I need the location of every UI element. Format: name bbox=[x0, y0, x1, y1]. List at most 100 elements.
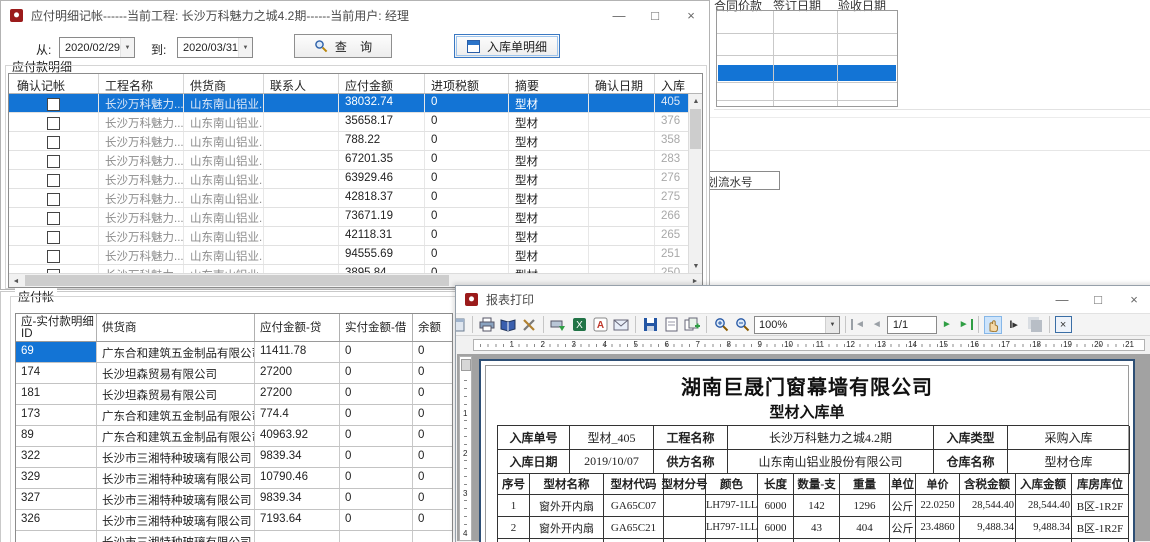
confirm-checkbox[interactable] bbox=[47, 193, 60, 206]
table-row[interactable]: 长沙万科魅力... 山东南山铝业... 38032.74 0 型材 405 bbox=[9, 94, 688, 113]
header-debit[interactable]: 实付金额-借 bbox=[340, 314, 413, 341]
cell-supplier: 山东南山铝业... bbox=[184, 227, 264, 245]
header-supplier[interactable]: 供货商 bbox=[97, 314, 255, 341]
cell-material-subno bbox=[664, 495, 706, 517]
hand-tool-icon[interactable] bbox=[984, 316, 1002, 334]
header-inbound[interactable]: 入库 bbox=[655, 74, 689, 93]
table-row[interactable]: 89 广东合和建筑五金制品有限公司 40963.92 0 0 bbox=[16, 426, 452, 447]
close-button[interactable]: × bbox=[1116, 286, 1150, 313]
vertical-scrollbar[interactable]: ▲ ▼ bbox=[688, 94, 702, 273]
confirm-checkbox[interactable] bbox=[47, 136, 60, 149]
page-setup-icon[interactable] bbox=[662, 316, 680, 334]
title-bar[interactable]: 报表打印 — □ × bbox=[456, 286, 1150, 313]
zoom-in-icon[interactable] bbox=[712, 316, 730, 334]
book-icon[interactable] bbox=[499, 316, 517, 334]
close-preview-icon[interactable]: × bbox=[1055, 316, 1072, 333]
header-contact[interactable]: 联系人 bbox=[264, 74, 339, 93]
chevron-down-icon[interactable]: ▼ bbox=[120, 38, 134, 57]
page-number-box[interactable]: 1/1 bbox=[887, 316, 937, 334]
table-row[interactable]: 69 广东合和建筑五金制品有限公司 11411.78 0 0 bbox=[16, 342, 452, 363]
table-row[interactable]: 长沙万科魅力... 山东南山铝业... 35658.17 0 型材 376 bbox=[9, 113, 688, 132]
header-summary[interactable]: 摘要 bbox=[509, 74, 589, 93]
table-row[interactable]: 181 长沙坦森贸易有限公司 27200 0 0 bbox=[16, 384, 452, 405]
maximize-button[interactable]: □ bbox=[637, 1, 673, 29]
title-bar[interactable]: 应付明细记帐------当前工程: 长沙万科魅力之城4.2期------当前用户… bbox=[1, 1, 709, 29]
table-row[interactable]: 长沙万科魅力... 山东南山铝业... 73671.19 0 型材 266 bbox=[9, 208, 688, 227]
scroll-left-icon[interactable]: ◄ bbox=[9, 274, 23, 288]
save-icon[interactable] bbox=[641, 316, 659, 334]
confirm-checkbox[interactable] bbox=[47, 212, 60, 225]
scroll-up-icon[interactable]: ▲ bbox=[689, 94, 703, 108]
excel-export-icon[interactable]: X bbox=[570, 316, 588, 334]
table-row[interactable]: 327 长沙市三湘特种玻璃有限公司 9839.34 0 0 bbox=[16, 489, 452, 510]
pdf-export-icon[interactable]: A bbox=[591, 316, 609, 334]
copy-icon[interactable] bbox=[1026, 316, 1044, 334]
table-row[interactable]: 长沙万科魅力... 山东南山铝业... 3895.84 0 型材 250 bbox=[9, 265, 688, 273]
table-row[interactable]: 长沙万科魅力... 山东南山铝业... 63929.46 0 型材 276 bbox=[9, 170, 688, 189]
header-confirm-date[interactable]: 确认日期 bbox=[589, 74, 655, 93]
report-preview-area[interactable]: 12345 湖南巨晟门窗幕墙有限公司 型材入库单 入库单号 型材_405 工程名… bbox=[457, 354, 1150, 541]
next-page-button[interactable]: ► bbox=[940, 319, 954, 330]
scrollbar-thumb[interactable] bbox=[25, 275, 449, 286]
scroll-down-icon[interactable]: ▼ bbox=[689, 259, 703, 273]
last-page-button[interactable]: ► bbox=[957, 319, 973, 330]
header-tax[interactable]: 进项税额 bbox=[425, 74, 509, 93]
mail-icon[interactable] bbox=[612, 316, 630, 334]
header-detail-id[interactable]: 应-实付款明细ID bbox=[16, 314, 97, 341]
maximize-button[interactable]: □ bbox=[1080, 286, 1116, 313]
close-button[interactable]: × bbox=[673, 1, 709, 29]
header-credit[interactable]: 应付金额-贷 bbox=[255, 314, 340, 341]
query-button[interactable]: 查 询 bbox=[294, 34, 392, 58]
cell-balance: 0 bbox=[413, 342, 452, 362]
table-row[interactable]: 长沙万科魅力... 山东南山铝业... 788.22 0 型材 358 bbox=[9, 132, 688, 151]
confirm-checkbox[interactable] bbox=[47, 231, 60, 244]
zoom-level-combo[interactable]: 100% ▼ bbox=[754, 316, 840, 334]
chevron-down-icon[interactable]: ▼ bbox=[238, 38, 252, 57]
table-row[interactable]: 329 长沙市三湘特种玻璃有限公司 10790.46 0 0 bbox=[16, 468, 452, 489]
tools-icon[interactable] bbox=[520, 316, 538, 334]
to-date-combo[interactable]: 2020/03/31 ▼ bbox=[177, 37, 253, 58]
divider bbox=[710, 150, 1150, 151]
table-row[interactable]: 长沙市三湘特种玻璃有限公司 bbox=[16, 531, 452, 542]
multipage-icon[interactable] bbox=[683, 316, 701, 334]
first-page-button[interactable]: ◄ bbox=[851, 319, 867, 330]
confirm-checkbox[interactable] bbox=[47, 250, 60, 263]
export-print-icon[interactable] bbox=[549, 316, 567, 334]
print-icon[interactable] bbox=[478, 316, 496, 334]
table-row[interactable]: 174 长沙坦森贸易有限公司 27200 0 0 bbox=[16, 363, 452, 384]
confirm-checkbox[interactable] bbox=[47, 155, 60, 168]
ruler-unit: 1 bbox=[480, 340, 511, 350]
cell-supplier: 山东南山铝业... bbox=[184, 170, 264, 188]
header-balance[interactable]: 余额 bbox=[413, 314, 452, 341]
info-label: 仓库名称 bbox=[934, 450, 1008, 474]
table-row[interactable]: 326 长沙市三湘特种玻璃有限公司 7193.64 0 0 bbox=[16, 510, 452, 531]
cell-contact bbox=[264, 151, 339, 169]
cell-id: 89 bbox=[16, 426, 97, 446]
table-row[interactable]: 322 长沙市三湘特种玻璃有限公司 9839.34 0 0 bbox=[16, 447, 452, 468]
cell-summary: 型材 bbox=[509, 246, 589, 264]
inbound-detail-button[interactable]: 入库单明细 bbox=[454, 34, 560, 58]
minimize-button[interactable]: — bbox=[601, 1, 637, 29]
from-date-combo[interactable]: 2020/02/29 ▼ bbox=[59, 37, 135, 58]
table-row[interactable]: 长沙万科魅力... 山东南山铝业... 94555.69 0 型材 251 bbox=[9, 246, 688, 265]
table-row[interactable]: 长沙万科魅力... 山东南山铝业... 42118.31 0 型材 265 bbox=[9, 227, 688, 246]
header-confirm[interactable]: 确认记帐 bbox=[9, 74, 99, 93]
cell-supplier: 山东南山铝业... bbox=[184, 94, 264, 112]
cell-debit: 0 bbox=[340, 447, 413, 467]
confirm-checkbox[interactable] bbox=[47, 117, 60, 130]
text-select-icon[interactable]: I▸ bbox=[1005, 316, 1023, 334]
header-supplier[interactable]: 供货商 bbox=[184, 74, 264, 93]
header-project[interactable]: 工程名称 bbox=[99, 74, 184, 93]
background-selected-row[interactable] bbox=[718, 65, 896, 81]
table-row[interactable]: 173 广东合和建筑五金制品有限公司 774.4 0 0 bbox=[16, 405, 452, 426]
confirm-checkbox[interactable] bbox=[47, 174, 60, 187]
scrollbar-thumb[interactable] bbox=[690, 109, 701, 149]
table-row[interactable]: 长沙万科魅力... 山东南山铝业... 67201.35 0 型材 283 bbox=[9, 151, 688, 170]
page-design-icon[interactable] bbox=[456, 316, 467, 334]
header-amount[interactable]: 应付金额 bbox=[339, 74, 425, 93]
confirm-checkbox[interactable] bbox=[47, 98, 60, 111]
zoom-out-icon[interactable] bbox=[733, 316, 751, 334]
minimize-button[interactable]: — bbox=[1044, 286, 1080, 313]
prev-page-button[interactable]: ◄ bbox=[870, 319, 884, 330]
table-row[interactable]: 长沙万科魅力... 山东南山铝业... 42818.37 0 型材 275 bbox=[9, 189, 688, 208]
